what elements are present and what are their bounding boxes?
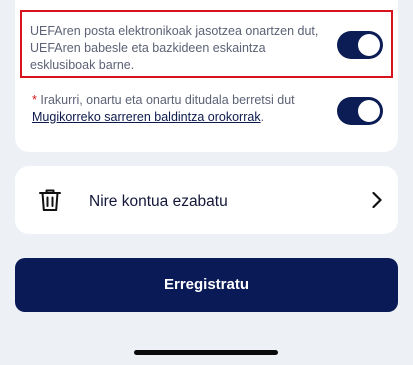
marketing-consent-text: UEFAren posta elektronikoak jasotzea ona… bbox=[30, 24, 319, 72]
terms-link[interactable]: Mugikorreko sarreren baldintza orokorrak bbox=[32, 110, 261, 124]
toggle-knob bbox=[358, 100, 380, 122]
terms-consent-label: Irakurri, onartu eta onartu ditudala ber… bbox=[36, 93, 295, 107]
terms-consent-suffix: . bbox=[260, 110, 265, 124]
terms-consent-toggle[interactable] bbox=[337, 97, 383, 125]
delete-account-label: Nire kontua ezabatu bbox=[89, 193, 228, 210]
trash-icon bbox=[39, 189, 61, 211]
register-button[interactable]: Erregistratu bbox=[15, 258, 398, 312]
home-indicator bbox=[134, 350, 278, 355]
marketing-consent-toggle[interactable] bbox=[337, 31, 383, 59]
terms-consent-text: * Irakurri, onartu eta onartu ditudala b… bbox=[32, 92, 312, 126]
chevron-right-icon bbox=[372, 191, 382, 209]
toggle-knob bbox=[358, 34, 380, 56]
